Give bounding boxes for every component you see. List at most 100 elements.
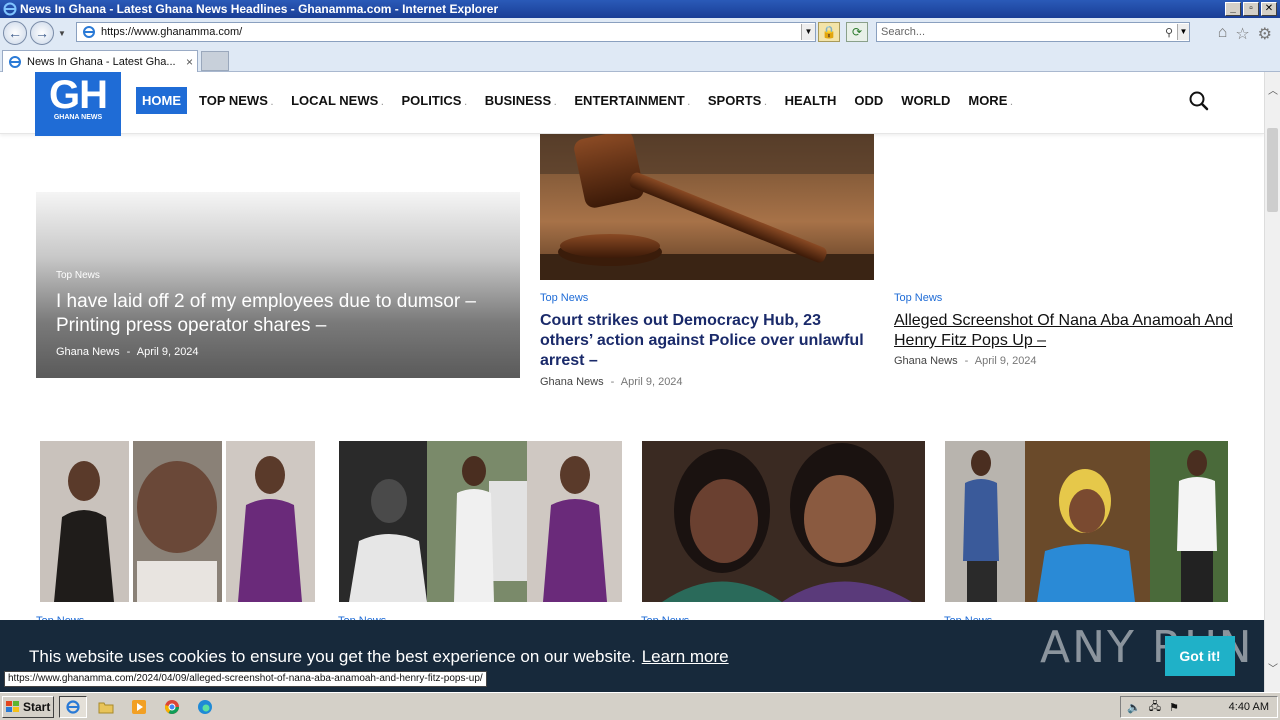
address-dropdown-icon[interactable]: ▼: [801, 24, 815, 40]
cookie-accept-button[interactable]: Got it!: [1165, 636, 1235, 676]
address-url[interactable]: https://www.ghanamma.com/: [101, 26, 801, 38]
article-date: April 9, 2024: [974, 355, 1037, 367]
gavel-image[interactable]: [540, 134, 874, 280]
new-tab-button[interactable]: [201, 51, 229, 71]
internet-explorer-icon: [3, 2, 17, 16]
menu-item-politics[interactable]: POLITICS.: [396, 87, 473, 114]
menu-item-local-news[interactable]: LOCAL NEWS.: [285, 87, 389, 114]
article-thumbnail[interactable]: [945, 441, 1228, 602]
site-logo[interactable]: GH GHANA NEWS: [35, 72, 121, 136]
action-center-flag-icon[interactable]: ⚑: [1169, 701, 1179, 714]
clock[interactable]: 4:40 AM: [1229, 701, 1269, 713]
maximize-button[interactable]: ▫: [1243, 2, 1259, 16]
windows-flag-icon: [6, 700, 19, 712]
taskbar-chrome-button[interactable]: [158, 696, 186, 718]
meta-separator: -: [610, 376, 615, 388]
favorites-star-icon[interactable]: ☆: [1235, 24, 1249, 44]
menu-item-home[interactable]: HOME: [136, 87, 187, 114]
site-search-icon[interactable]: [1188, 90, 1210, 112]
menu-item-more[interactable]: MORE.: [962, 87, 1018, 114]
featured-article-left[interactable]: Top News I have laid off 2 of my employe…: [36, 192, 520, 378]
start-button[interactable]: Start: [2, 695, 54, 718]
history-dropdown-icon[interactable]: ▼: [58, 29, 66, 38]
scroll-up-icon[interactable]: ︿: [1265, 84, 1280, 100]
menu-item-label: BUSINESS: [484, 93, 552, 108]
article-thumbnail[interactable]: [642, 441, 925, 602]
article-thumbnail[interactable]: [339, 441, 622, 602]
menu-item-odd[interactable]: ODD: [848, 87, 889, 114]
tab-favicon-icon: [9, 55, 21, 68]
menu-item-entertainment[interactable]: ENTERTAINMENT.: [568, 87, 696, 114]
article-meta: Ghana News - April 9, 2024: [540, 376, 683, 388]
tab-close-icon[interactable]: ×: [186, 55, 193, 69]
menu-item-top-news[interactable]: TOP NEWS.: [193, 87, 279, 114]
window-title: News In Ghana - Latest Ghana News Headli…: [20, 2, 499, 16]
search-dropdown-icon[interactable]: ▼: [1177, 24, 1189, 40]
window-titlebar: News In Ghana - Latest Ghana News Headli…: [0, 0, 1280, 18]
taskbar: Start 🔈 🖧 ⚑ 4:40 AM: [0, 692, 1280, 720]
network-icon[interactable]: 🖧: [1149, 698, 1161, 717]
article-title[interactable]: Alleged Screenshot Of Nana Aba Anamoah A…: [894, 311, 1234, 351]
article-category[interactable]: Top News: [56, 270, 100, 281]
menu-item-world[interactable]: WORLD: [895, 87, 956, 114]
article-date: April 9, 2024: [136, 346, 199, 358]
menu-item-label: ENTERTAINMENT: [574, 93, 685, 108]
logo-text: GH: [49, 73, 108, 117]
menu-item-label: POLITICS: [401, 93, 462, 108]
tab-ghanamma[interactable]: News In Ghana - Latest Gha... ×: [2, 50, 198, 72]
menu-item-sports[interactable]: SPORTS.: [702, 87, 773, 114]
search-box[interactable]: Search... ⚲ ▼: [876, 22, 1190, 42]
close-window-button[interactable]: ✕: [1261, 2, 1277, 16]
search-input[interactable]: Search...: [881, 26, 1161, 38]
cookie-text: This website uses cookies to ensure you …: [29, 647, 636, 666]
scroll-thumb[interactable]: [1267, 128, 1278, 212]
tab-strip: News In Ghana - Latest Gha... ×: [0, 48, 1280, 72]
back-button[interactable]: ←: [3, 21, 27, 45]
web-page: GH GHANA NEWS HOME TOP NEWS. LOCAL NEWS. PO…: [0, 72, 1264, 692]
article-date: April 9, 2024: [620, 376, 683, 388]
scroll-down-icon[interactable]: ﹀: [1265, 662, 1280, 678]
menu-item-label: WORLD: [901, 93, 951, 108]
article-title[interactable]: Court strikes out Democracy Hub, 23 othe…: [540, 311, 870, 371]
article-author[interactable]: Ghana News: [56, 346, 120, 358]
refresh-icon[interactable]: ⟳: [846, 22, 868, 42]
settings-gear-icon[interactable]: ⚙: [1258, 24, 1272, 44]
status-url: https://www.ghanamma.com/2024/04/09/alle…: [4, 671, 487, 687]
taskbar-media-button[interactable]: [125, 696, 153, 718]
article-author[interactable]: Ghana News: [540, 376, 604, 388]
menu-item-business[interactable]: BUSINESS.: [479, 87, 563, 114]
address-bar[interactable]: https://www.ghanamma.com/ ▼: [76, 22, 816, 42]
article-category[interactable]: Top News: [894, 292, 942, 304]
article-category[interactable]: Top News: [540, 292, 588, 304]
taskbar-ie-button[interactable]: [59, 695, 87, 718]
forward-arrow-icon: →: [35, 25, 49, 41]
tab-label: News In Ghana - Latest Gha...: [27, 55, 176, 68]
logo-subtext: GHANA NEWS: [53, 114, 103, 121]
volume-icon[interactable]: 🔈: [1127, 701, 1141, 714]
page-favicon-icon: [83, 26, 95, 38]
menu-item-label: LOCAL NEWS: [291, 93, 379, 108]
search-icon[interactable]: ⚲: [1161, 26, 1177, 39]
folder-icon: [98, 702, 114, 713]
home-icon[interactable]: ⌂: [1218, 24, 1228, 44]
menu-item-label: MORE: [968, 93, 1008, 108]
menu-item-health[interactable]: HEALTH: [779, 87, 843, 114]
site-header: GH GHANA NEWS HOME TOP NEWS. LOCAL NEWS. PO…: [0, 72, 1264, 136]
learn-more-link[interactable]: Learn more: [642, 647, 729, 666]
article-author[interactable]: Ghana News: [894, 355, 958, 367]
navigation-bar: ← → ▼ https://www.ghanamma.com/ ▼ 🔒 ⟳ Se…: [0, 18, 1280, 48]
dropdown-marker-icon: .: [1010, 98, 1013, 107]
lock-icon[interactable]: 🔒: [818, 22, 840, 42]
article-title[interactable]: I have laid off 2 of my employees due to…: [56, 290, 506, 338]
taskbar-explorer-button[interactable]: [92, 696, 120, 718]
forward-button[interactable]: →: [30, 21, 54, 45]
page-scrollbar[interactable]: ︿ ﹀: [1264, 72, 1280, 692]
main-menu: HOME TOP NEWS. LOCAL NEWS. POLITICS. BUSINES…: [136, 87, 1025, 114]
minimize-button[interactable]: _: [1225, 2, 1241, 16]
menu-item-label: HEALTH: [784, 93, 837, 108]
dropdown-marker-icon: .: [270, 98, 274, 107]
taskbar-edge-button[interactable]: [191, 696, 219, 718]
article-thumbnail[interactable]: [40, 441, 315, 602]
meta-separator: -: [964, 355, 969, 367]
dropdown-marker-icon: .: [381, 98, 384, 107]
